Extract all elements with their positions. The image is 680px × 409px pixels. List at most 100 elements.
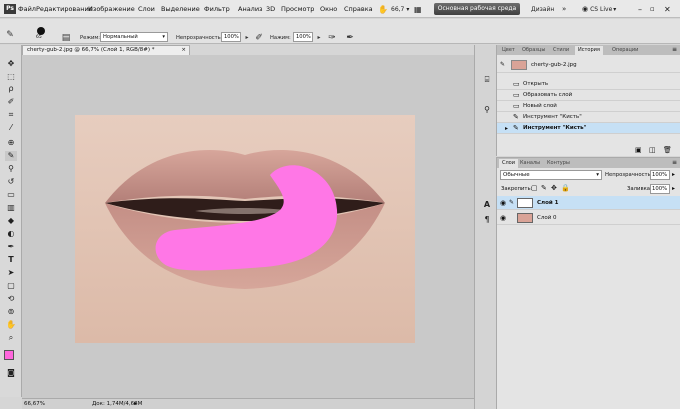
panel-menu-icon[interactable]: ≡ [672,46,677,53]
chevron-down-icon[interactable]: ▸ [241,32,253,44]
zoom-level-dropdown[interactable]: 66,7 ▾ [391,3,409,15]
pen-tool-icon[interactable]: ✒ [5,242,17,252]
clone-stamp-tool-icon[interactable]: ⚲ [5,164,17,174]
history-snapshot[interactable]: ✎ cherty-gub-2.jpg [497,57,680,73]
document-tab[interactable]: cherty-gub-2.jpg @ 66,7% (Слой 1, RGB/8#… [22,45,190,55]
pressure-input[interactable]: 100% [293,32,313,42]
new-snapshot-icon[interactable]: ◫ [649,146,656,154]
history-brush-source-icon[interactable]: ✎ [500,57,505,73]
menu-file[interactable]: Файл [18,5,36,13]
history-row[interactable]: ✎ Инструмент "Кисть" [497,112,680,123]
more-workspaces-icon[interactable]: » [562,3,566,15]
history-row-active[interactable]: ▸ ✎ Инструмент "Кисть" [497,123,680,134]
menu-layers[interactable]: Слои [138,5,155,13]
chevron-down-icon[interactable]: ▸ [313,32,325,44]
arrange-documents-icon[interactable]: ▦ [414,3,422,15]
quick-mask-icon[interactable]: ◙ [5,368,17,378]
history-row[interactable]: ▭ Открыть [497,79,680,90]
pressure-opacity-icon[interactable]: ✐ [253,32,265,44]
marquee-tool-icon[interactable]: ⬚ [5,72,17,82]
chevron-right-icon[interactable]: ▸ [672,171,675,178]
mode-select[interactable]: Нормальный ▾ [100,32,168,42]
new-document-from-state-icon[interactable]: ▣ [635,146,642,154]
layer-row[interactable]: ◉ Слой 0 [497,211,680,225]
tab-channels[interactable]: Каналы [517,159,543,168]
tab-actions[interactable]: Операции [609,46,641,55]
brush-panel-icon[interactable]: ▤ [60,32,72,44]
brush-preset-icon[interactable]: ✎ [4,29,16,41]
status-zoom[interactable]: 66,67% [24,401,45,407]
gradient-tool-icon[interactable]: ▥ [5,203,17,213]
healing-brush-tool-icon[interactable]: ⊕ [5,138,17,148]
pressure-size-icon[interactable]: ✒ [344,32,356,44]
3d-orbit-tool-icon[interactable]: ⊚ [5,307,17,317]
hand-tool-icon[interactable]: ✋ [5,320,17,330]
tab-paths[interactable]: Контуры [544,159,573,168]
fill-input[interactable]: 100% [650,184,670,194]
type-tool-icon[interactable]: T [5,255,17,265]
menu-image[interactable]: Изображение [88,5,135,13]
tab-styles[interactable]: Стили [550,46,572,55]
blur-tool-icon[interactable]: ◆ [5,216,17,226]
brush-size-picker[interactable]: 65 [34,25,50,41]
layers-panel: Слои Каналы Контуры ≡ Обычные ▾ Непрозра… [496,157,680,409]
lock-all-icon[interactable]: 🔒 [561,184,570,192]
layers-panel-tabs: Слои Каналы Контуры ≡ [497,158,680,168]
menu-edit[interactable]: Редактирование [36,5,93,13]
character-panel-icon[interactable]: A [481,200,493,210]
shape-tool-icon[interactable]: ▢ [5,281,17,291]
menu-3d[interactable]: 3D [266,5,275,13]
menu-view[interactable]: Просмотр [281,5,314,13]
status-menu-icon[interactable]: ▸ [134,400,137,407]
lock-image-icon[interactable]: ✎ [541,184,547,192]
paragraph-panel-icon[interactable]: ¶ [481,215,493,225]
opacity-input[interactable]: 100% [221,32,241,42]
design-workspace-button[interactable]: Дизайн [531,3,554,15]
menu-analysis[interactable]: Анализ [238,5,263,13]
clone-source-icon[interactable]: ⚲ [481,105,493,115]
menu-filter[interactable]: Фильтр [204,5,230,13]
history-row[interactable]: ▭ Новый слой [497,101,680,112]
menu-select[interactable]: Выделение [161,5,200,13]
lock-transparency-icon[interactable]: ▢ [531,184,538,192]
eraser-tool-icon[interactable]: ▭ [5,190,17,200]
path-selection-tool-icon[interactable]: ➤ [5,268,17,278]
tab-color[interactable]: Цвет [499,46,518,55]
restore-button[interactable]: ▫ [650,3,655,15]
crop-tool-icon[interactable]: ⌗ [5,110,17,120]
hand-tool-button[interactable]: ✋ [378,3,388,15]
menu-help[interactable]: Справка [344,5,373,13]
quick-selection-tool-icon[interactable]: ✐ [5,97,17,107]
lasso-tool-icon[interactable]: ρ [5,84,17,94]
close-button[interactable]: ✕ [664,3,671,15]
workspace-button[interactable]: Основная рабочая среда [434,3,520,15]
move-tool-icon[interactable]: ✥ [5,59,17,69]
brush-panel-icon[interactable]: ⌸ [481,75,493,85]
lips-photo-canvas[interactable] [75,115,415,343]
cs-live-button[interactable]: ◉ CS Live ▾ [582,3,616,15]
history-brush-tool-icon[interactable]: ↺ [5,177,17,187]
visibility-eye-icon[interactable]: ◉ [500,196,506,210]
menu-window[interactable]: Окно [320,5,337,13]
tab-history[interactable]: История [575,46,603,55]
eyedropper-tool-icon[interactable]: ⁄ [5,123,17,133]
tab-layers[interactable]: Слои [499,159,518,168]
layer-opacity-input[interactable]: 100% [650,170,670,180]
chevron-right-icon[interactable]: ▸ [672,185,675,192]
brush-tool-icon[interactable]: ✎ [5,151,17,161]
trash-icon[interactable]: 🗑 [663,146,672,154]
history-row[interactable]: ▭ Образовать слой [497,90,680,101]
visibility-eye-icon[interactable]: ◉ [500,211,506,225]
layer-row-active[interactable]: ◉ ✎ Слой 1 [497,196,680,210]
zoom-tool-icon[interactable]: ⌕ [5,333,17,343]
lock-position-icon[interactable]: ✥ [551,184,557,192]
close-icon[interactable]: × [181,46,186,55]
tab-swatches[interactable]: Образцы [519,46,548,55]
3d-rotate-tool-icon[interactable]: ⟲ [5,294,17,304]
panel-menu-icon[interactable]: ≡ [672,159,677,166]
minimize-button[interactable]: – [638,3,642,15]
airbrush-icon[interactable]: ✑ [326,32,338,44]
blend-mode-select[interactable]: Обычные ▾ [500,170,602,180]
foreground-color-swatch[interactable] [4,350,14,360]
dodge-tool-icon[interactable]: ◐ [5,229,17,239]
